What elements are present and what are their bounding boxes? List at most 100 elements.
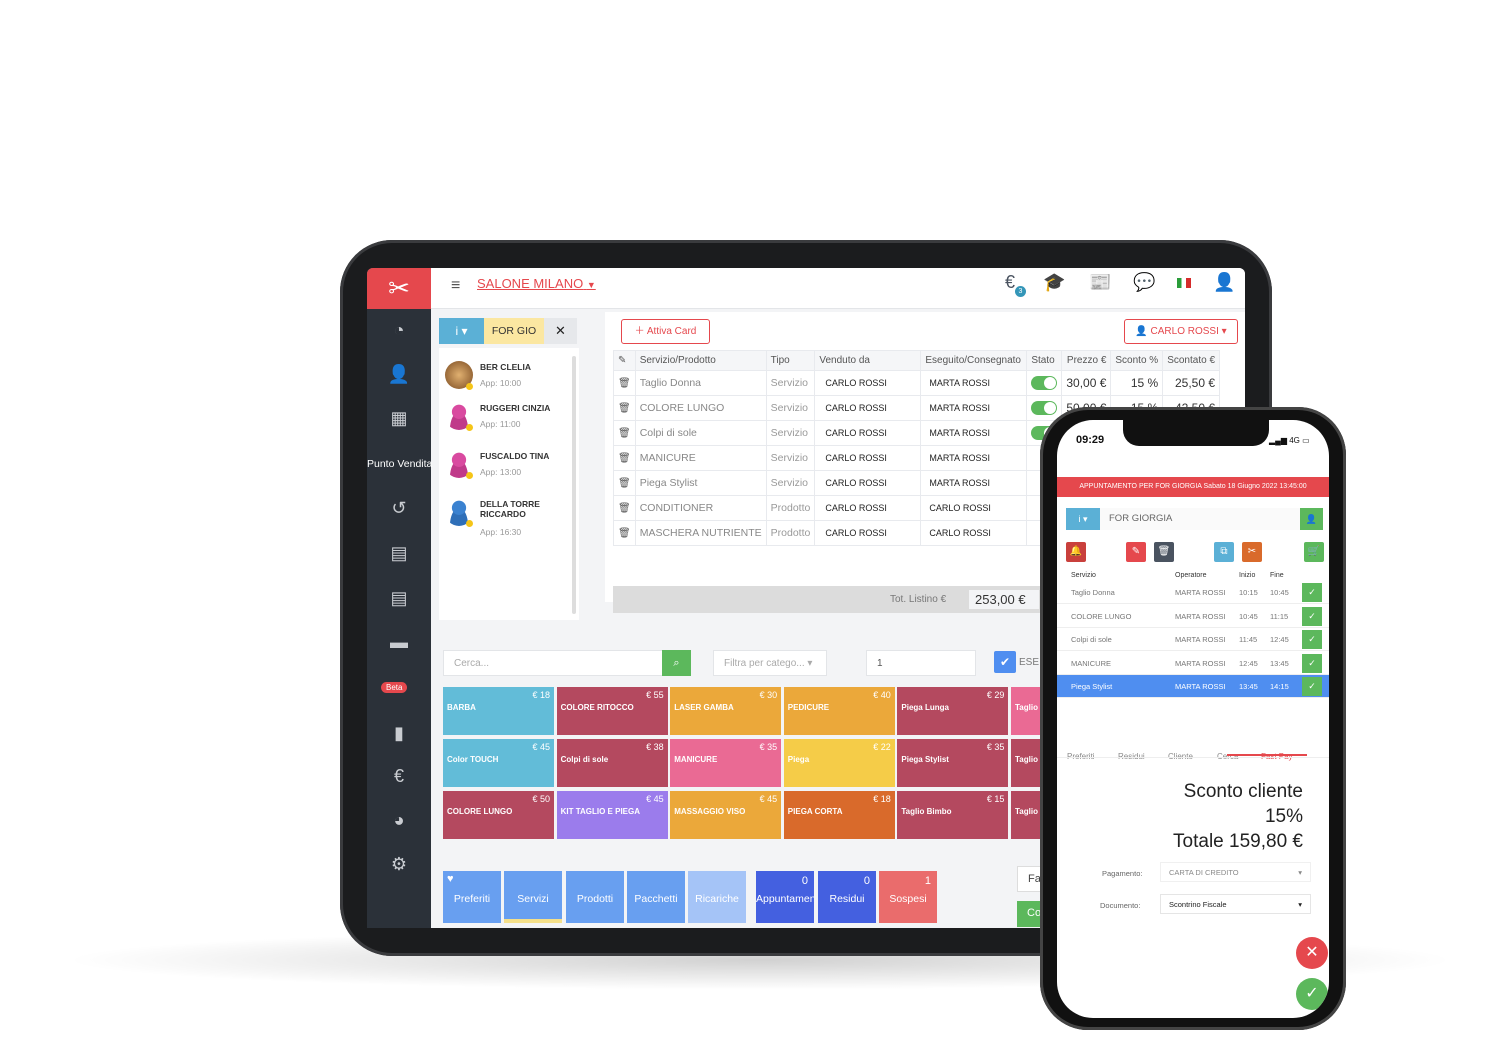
hamburger-menu-icon[interactable]: ≡ bbox=[451, 277, 460, 295]
archive-icon-2[interactable]: ▤ bbox=[367, 588, 431, 609]
column-header[interactable]: Eseguito/Consegnato bbox=[920, 350, 1028, 371]
check-button[interactable]: ✓ bbox=[1302, 583, 1322, 602]
trash-icon[interactable]: 🗑 bbox=[613, 395, 636, 421]
column-header[interactable]: Venduto da bbox=[814, 350, 922, 371]
euro-icon[interactable]: € bbox=[367, 766, 431, 787]
document-select[interactable]: Scontrino Fiscale ▾ bbox=[1160, 894, 1311, 914]
tab-residui[interactable]: 0 Residui bbox=[818, 871, 876, 923]
cart-icon[interactable]: 🛒 bbox=[1304, 542, 1324, 562]
trash-icon[interactable]: 🗑 bbox=[1154, 542, 1174, 562]
edit-icon[interactable]: ✎ bbox=[1126, 542, 1146, 562]
graduation-cap-icon[interactable]: 🎓 bbox=[1043, 272, 1065, 293]
search-icon[interactable]: ⌕ bbox=[662, 650, 691, 676]
tab-preferiti[interactable]: ♥ Preferiti bbox=[443, 871, 501, 923]
client-name[interactable]: BER CLELIA bbox=[480, 362, 570, 372]
dashboard-icon[interactable]: ◔ bbox=[367, 320, 431, 341]
salon-selector[interactable]: SALONE MILANO ▼ bbox=[477, 276, 596, 291]
check-button[interactable]: ✓ bbox=[1302, 653, 1322, 673]
calendar-icon[interactable]: ▦ bbox=[367, 408, 431, 429]
confirm-button[interactable]: ✓ bbox=[1296, 978, 1328, 1010]
service-tile[interactable]: € 18 BARBA bbox=[443, 687, 554, 735]
tab-servizi[interactable]: Servizi bbox=[504, 871, 562, 923]
appointment-row[interactable]: COLORE LUNGO MARTA ROSSI 10:45 11:15 ✓ bbox=[1057, 605, 1329, 628]
euro-notifications-icon[interactable]: €3 bbox=[1005, 272, 1026, 297]
newspaper-icon[interactable]: 📰 bbox=[1089, 272, 1111, 293]
user-icon[interactable]: 👤 bbox=[1300, 508, 1323, 530]
status-toggle[interactable] bbox=[1031, 376, 1058, 390]
appointment-row[interactable]: Colpi di sole MARTA ROSSI 11:45 12:45 ✓ bbox=[1057, 628, 1329, 651]
chat-icon[interactable]: 💬 bbox=[1133, 272, 1155, 293]
tab-prodotti[interactable]: Prodotti bbox=[566, 871, 624, 923]
tags-icon[interactable]: ⧉ bbox=[1214, 542, 1234, 562]
service-tile[interactable]: € 40 PEDICURE bbox=[783, 687, 895, 735]
service-tile[interactable]: € 29 Piega Lunga bbox=[897, 687, 1009, 735]
service-tile[interactable]: € 45 MASSAGGIO VISO bbox=[670, 791, 782, 839]
bell-icon[interactable]: 🔔 bbox=[1066, 542, 1086, 562]
user-icon[interactable]: 👤 bbox=[367, 364, 431, 385]
tab-sospesi[interactable]: 1 Sospesi bbox=[879, 871, 937, 923]
archive-icon[interactable]: ▤ bbox=[367, 543, 431, 564]
table-row[interactable]: 🗑 Taglio Donna Servizio CARLO ROSSI MARTA RO… bbox=[613, 370, 1221, 396]
scrollbar[interactable] bbox=[572, 356, 576, 614]
column-header[interactable]: Sconto % bbox=[1110, 350, 1164, 371]
pie-chart-icon[interactable]: ◕ bbox=[367, 810, 431, 831]
service-tile[interactable]: € 38 Colpi di sole bbox=[556, 739, 668, 787]
gear-icon[interactable]: ⚙ bbox=[367, 854, 431, 875]
service-tile[interactable]: € 45 KIT TAGLIO E PIEGA bbox=[556, 791, 668, 839]
user-profile-icon[interactable]: 👤 bbox=[1213, 272, 1235, 293]
italy-flag-icon[interactable] bbox=[1177, 278, 1191, 288]
category-filter-select[interactable]: Filtra per catego... ▾ bbox=[713, 650, 827, 676]
trash-icon[interactable]: 🗑 bbox=[613, 520, 636, 546]
appointment-row[interactable]: Piega Stylist MARTA ROSSI 13:45 14:15 ✓ bbox=[1057, 675, 1329, 698]
trash-icon[interactable]: 🗑 bbox=[613, 445, 636, 471]
column-header[interactable]: Scontato € bbox=[1162, 350, 1221, 371]
trash-icon[interactable]: 🗑 bbox=[613, 495, 636, 521]
trash-icon[interactable]: 🗑 bbox=[613, 470, 636, 496]
column-header[interactable]: Tipo bbox=[765, 350, 816, 371]
history-icon[interactable]: ↺ bbox=[367, 498, 431, 519]
search-input[interactable]: Cerca... bbox=[443, 650, 663, 676]
client-name[interactable]: FUSCALDO TINA bbox=[480, 451, 570, 461]
service-tile[interactable]: € 45 Color TOUCH bbox=[443, 739, 554, 787]
client-name[interactable]: RUGGERI CINZIA bbox=[480, 403, 570, 413]
service-tile[interactable]: € 18 PIEGA CORTA bbox=[783, 791, 895, 839]
appointment-row[interactable]: Taglio Donna MARTA ROSSI 10:15 10:45 ✓ bbox=[1057, 581, 1329, 604]
execute-checkbox[interactable]: ✔ bbox=[994, 651, 1016, 673]
folder-icon[interactable]: ▬ bbox=[367, 632, 431, 653]
scissors-icon[interactable]: ✂ bbox=[1242, 542, 1262, 562]
client-name-field[interactable]: FOR GIORGIA bbox=[1100, 508, 1300, 530]
status-toggle[interactable] bbox=[1031, 401, 1058, 415]
client-name-button[interactable]: FOR GIO bbox=[484, 318, 544, 344]
check-button[interactable]: ✓ bbox=[1302, 677, 1322, 696]
service-tile[interactable]: € 30 LASER GAMBA bbox=[670, 687, 782, 735]
service-tile[interactable]: € 22 Piega bbox=[783, 739, 895, 787]
column-header[interactable]: Servizio/Prodotto bbox=[634, 350, 767, 371]
check-button[interactable]: ✓ bbox=[1302, 606, 1322, 626]
cancel-button[interactable]: ✕ bbox=[1296, 937, 1328, 969]
beta-badge[interactable]: Beta bbox=[381, 682, 408, 693]
tab-pacchetti[interactable]: Pacchetti bbox=[627, 871, 685, 923]
column-header[interactable]: Prezzo € bbox=[1061, 350, 1112, 371]
quantity-input[interactable]: 1 bbox=[866, 650, 976, 676]
appointment-row[interactable]: MANICURE MARTA ROSSI 12:45 13:45 ✓ bbox=[1057, 652, 1329, 675]
client-name[interactable]: DELLA TORRE RICCARDO bbox=[480, 499, 570, 519]
check-button[interactable]: ✓ bbox=[1302, 630, 1322, 649]
tab-appuntamenti[interactable]: 0 Appuntamenti bbox=[756, 871, 814, 923]
payment-select[interactable]: CARTA DI CREDITO ▾ bbox=[1160, 862, 1311, 882]
activate-card-button[interactable]: ＋ Attiva Card bbox=[621, 319, 710, 344]
column-header[interactable]: Stato bbox=[1026, 350, 1063, 371]
trash-icon[interactable]: 🗑 bbox=[613, 370, 636, 396]
close-icon[interactable]: ✕ bbox=[544, 318, 577, 344]
tab-ricariche[interactable]: Ricariche bbox=[688, 871, 746, 923]
operator-dropdown[interactable]: 👤 CARLO ROSSI ▾ bbox=[1124, 319, 1238, 344]
trash-icon[interactable]: 🗑 bbox=[613, 420, 636, 446]
info-dropdown-button[interactable]: i ▾ bbox=[1066, 508, 1100, 530]
scissors-logo-icon[interactable]: ✂ bbox=[367, 268, 431, 309]
service-tile[interactable]: € 50 COLORE LUNGO bbox=[443, 791, 554, 839]
info-dropdown-button[interactable]: i ▾ bbox=[439, 318, 484, 344]
service-tile[interactable]: € 55 COLORE RITOCCO bbox=[556, 687, 668, 735]
service-tile[interactable]: € 15 Taglio Bimbo bbox=[897, 791, 1009, 839]
service-tile[interactable]: € 35 MANICURE bbox=[670, 739, 782, 787]
sidebar-item-punto-vendita[interactable]: Punto Vendita bbox=[367, 458, 432, 470]
service-tile[interactable]: € 35 Piega Stylist bbox=[897, 739, 1009, 787]
